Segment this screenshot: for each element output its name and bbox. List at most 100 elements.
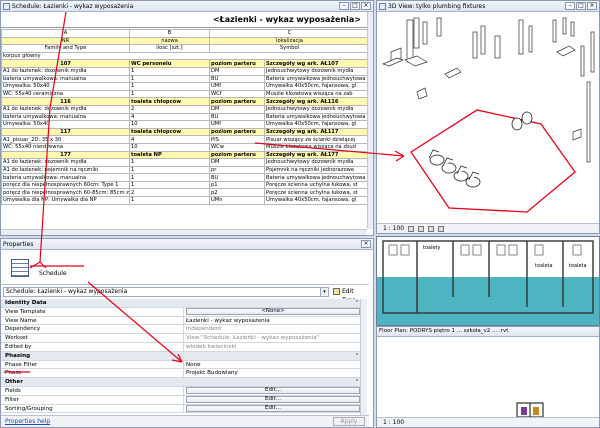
table-row[interactable]: Umywalka: 50x40 10 UMf Umywalka 40x50cm, fa… [1, 120, 370, 129]
3d-view-titlebar[interactable]: 3D View: tylko plumbing fixtures – □ × [377, 1, 599, 12]
table-cell[interactable]: 4 [129, 135, 210, 144]
properties-titlebar[interactable]: Properties × [1, 239, 373, 250]
table-cell[interactable]: 107 [1, 59, 130, 68]
table-cell[interactable]: Muszle klozetowa wisząca na zbud [264, 142, 370, 152]
header-cell[interactable]: nazwa [129, 36, 210, 46]
table-cell[interactable]: Poręcze ścienna uchylna łukowa, st [264, 180, 370, 190]
group-row[interactable]: 117 toaleta chłopców poziom parteru Szczegó… [1, 127, 370, 137]
table-row[interactable]: A1_pisuar_2D: 35 x 30 4 PIS Pisuar wiszący … [1, 135, 370, 144]
table-cell[interactable]: Umywalka 40x50cm, fajansowa, gl [264, 196, 370, 205]
chevron-down-icon[interactable]: ▾ [320, 288, 328, 296]
edit-button[interactable]: Edit... [186, 405, 360, 413]
table-cell[interactable]: 4 [129, 112, 210, 122]
3d-view-scale[interactable]: 1 : 100 [383, 224, 404, 233]
property-value[interactable]: <None> [184, 308, 362, 316]
table-cell[interactable]: bateria umywalkowa: manualna [1, 74, 130, 84]
table-cell[interactable]: Pisuar wiszący ze ścianki dzielącej [264, 135, 370, 144]
table-row[interactable]: A1 do łazienek: dozownik mydła 1 DM Jednouc… [1, 158, 370, 167]
table-cell[interactable]: 2 [129, 188, 210, 198]
table-cell[interactable]: UMn [209, 196, 265, 205]
shadows-icon[interactable] [438, 225, 445, 232]
maximize-button[interactable]: □ [576, 2, 586, 10]
property-section[interactable]: Identity Data ⌃ [1, 299, 362, 308]
table-cell[interactable]: poziom parteru [209, 127, 265, 137]
table-cell[interactable]: UMf [209, 120, 265, 129]
table-cell[interactable]: Bateria umywalkowa jednouchwytowa [264, 112, 370, 122]
3d-model-canvas[interactable] [377, 12, 599, 224]
table-row[interactable]: A1 do łazienek: pojemnik na ręczniki 1 pr P… [1, 165, 370, 175]
table-cell[interactable]: Umywalka 40x50cm, fajansowa, gl [264, 120, 370, 129]
table-row[interactable]: Umywalka: 50x40 1 UMf Umywalka 40x50cm, faj… [1, 82, 370, 91]
table-row[interactable]: bateria umywalkowa: manualna 4 BU Bateria u… [1, 112, 370, 122]
edit-button[interactable]: Edit... [186, 396, 360, 404]
table-cell[interactable]: A1 do łazienek: dozownik mydła [1, 158, 130, 167]
table-cell[interactable]: 10 [129, 120, 210, 129]
table-cell[interactable]: Umywalka: 50x40 [1, 82, 130, 91]
table-row[interactable]: poręcz dla niepełnosprawnych 60-85cm: 85… [1, 188, 370, 198]
table-cell[interactable]: poziom parteru [209, 59, 265, 68]
schedule-titlebar[interactable]: Schedule: Łazienki - wykaz wyposażenia –… [1, 1, 373, 12]
table-cell[interactable]: DM [209, 104, 265, 114]
table-cell[interactable]: 177 [1, 150, 130, 160]
table-cell[interactable]: 116 [1, 97, 130, 106]
table-cell[interactable]: toaleta chłopców [129, 127, 210, 137]
table-cell[interactable]: toaleta NP [129, 150, 210, 160]
maximize-button[interactable]: □ [350, 2, 360, 10]
table-cell[interactable]: Umywalka 40x50cm, fajansowa, gl [264, 82, 370, 91]
table-cell[interactable]: BU [209, 74, 265, 84]
table-cell[interactable]: WC personelu [129, 59, 210, 68]
table-row[interactable]: A1 do łazienek: dozownik mydła 1 DM Jednouc… [1, 66, 370, 76]
table-cell[interactable]: A1 do łazienek: dozownik mydła [1, 66, 130, 76]
detail-level-icon[interactable] [408, 225, 415, 232]
header-cell[interactable]: lokalizacja [209, 36, 370, 46]
table-cell[interactable]: 1 [129, 74, 210, 84]
table-cell[interactable]: WCw [209, 142, 265, 152]
table-cell[interactable]: Jednouchwytowy dozownik mydła [264, 66, 370, 76]
table-cell[interactable]: 117 [1, 127, 130, 137]
table-cell[interactable]: 1 [129, 196, 210, 205]
edit-button[interactable]: <None> [186, 308, 360, 316]
type-selector[interactable]: Schedule [1, 250, 369, 285]
property-row[interactable]: Phase Projekt Budowlany [1, 369, 362, 379]
table-row[interactable]: Umywalka dla NP: Umywalka dla NP 1 UMn Umyw… [1, 196, 370, 205]
apply-button[interactable]: Apply [333, 417, 365, 426]
minimize-button[interactable]: – [339, 2, 349, 10]
header-row[interactable]: Family and Type ilość [szt.] Symbol [1, 44, 370, 53]
property-row[interactable]: Dependency Independent [1, 325, 362, 335]
group-label[interactable]: korpus główny [1, 51, 370, 61]
property-section[interactable]: Phasing ⌃ [1, 351, 362, 361]
table-cell[interactable]: Szczegóły wg ark. AŁ177 [264, 150, 370, 160]
schedule-horizontal-scrollbar[interactable] [1, 229, 367, 235]
table-cell[interactable]: Szczegóły wg ark. AŁ117 [264, 127, 370, 137]
table-cell[interactable]: Pojemnik na ręczniki jednorazowe [264, 165, 370, 175]
properties-help-link[interactable]: Properties help [5, 418, 50, 425]
group-label-row[interactable]: korpus główny [1, 51, 370, 61]
table-cell[interactable]: poręcz dla niepełnosprawnych 60cm: Type … [1, 180, 130, 190]
table-cell[interactable]: Poręcze ścienna uchylna łukowa, st [264, 188, 370, 198]
table-cell[interactable]: 1 [129, 66, 210, 76]
edit-type-button[interactable]: Edit Type [332, 287, 369, 304]
property-row[interactable]: Phase Filter None [1, 360, 362, 370]
property-section[interactable]: Other ⌃ [1, 378, 362, 387]
table-cell[interactable]: p1 [209, 180, 265, 190]
table-cell[interactable]: 1 [129, 158, 210, 167]
floor-plan-title[interactable]: Floor Plan: PODRYS piętro 1 ... szkoła_v… [377, 327, 599, 337]
header-cell[interactable]: NR [1, 36, 130, 46]
table-cell[interactable]: p2 [209, 188, 265, 198]
table-cell[interactable]: bateria umywalkowa: manualna [1, 173, 130, 182]
table-cell[interactable]: A1 do łazienek: dozownik mydła [1, 104, 130, 114]
property-row[interactable]: Fields Edit... [1, 386, 362, 396]
table-cell[interactable]: bateria umywalkowa: manualna [1, 112, 130, 122]
table-cell[interactable]: 1 [129, 89, 210, 99]
property-row[interactable]: Edited by włodek.kwiecinski [1, 342, 362, 352]
column-letter[interactable]: C [209, 29, 370, 38]
table-cell[interactable]: Bateria umywalkowa jednouchwytowa [264, 74, 370, 84]
property-value[interactable]: Łazienki - wykaz wyposażenia [184, 317, 362, 325]
schedule-vertical-scrollbar[interactable] [367, 12, 373, 229]
table-cell[interactable]: DM [209, 66, 265, 76]
table-cell[interactable]: Bateria umywalkowa jednouchwytowa [264, 173, 370, 182]
table-cell[interactable]: WC: 55x40 ceramiczna [1, 89, 130, 99]
table-cell[interactable]: 1 [129, 180, 210, 190]
header-row[interactable]: NR nazwa lokalizacja [1, 36, 370, 46]
header-cell[interactable]: Symbol [209, 44, 370, 53]
